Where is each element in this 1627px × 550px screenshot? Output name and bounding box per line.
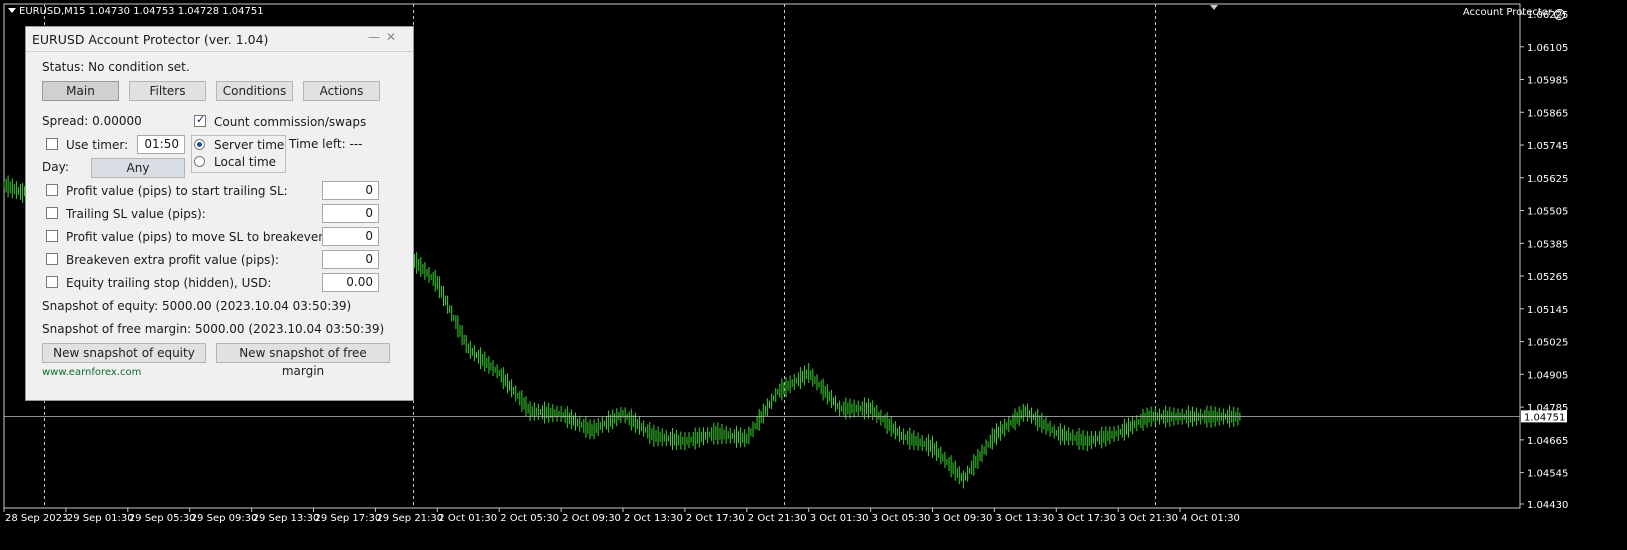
tab-actions[interactable]: Actions xyxy=(303,81,380,101)
price-tick-label: 1.04545 xyxy=(1527,469,1568,480)
count-commission-label: Count commission/swaps xyxy=(214,115,367,129)
time-tick-label: 29 Sep 21:30 xyxy=(376,513,443,524)
tab-conditions[interactable]: Conditions xyxy=(216,81,293,101)
trailing-sl-label: Trailing SL value (pips): xyxy=(66,207,206,221)
account-protector-panel: EURUSD Account Protector (ver. 1.04) — ✕… xyxy=(25,26,414,401)
time-tick-label: 2 Oct 05:30 xyxy=(500,513,559,524)
day-label: Day: xyxy=(42,160,69,174)
trailing-start-checkbox[interactable] xyxy=(46,184,58,196)
expert-advisor-label: Account Protector ☺ xyxy=(1463,7,1565,20)
tab-filters[interactable]: Filters xyxy=(129,81,206,101)
panel-title: EURUSD Account Protector (ver. 1.04) xyxy=(32,32,269,47)
use-timer-checkbox[interactable] xyxy=(46,138,58,150)
local-time-label: Local time xyxy=(214,155,277,169)
new-equity-snapshot-button[interactable]: New snapshot of equity xyxy=(42,343,206,363)
panel-titlebar[interactable]: EURUSD Account Protector (ver. 1.04) — ✕ xyxy=(26,27,413,52)
time-tick-label: 3 Oct 01:30 xyxy=(810,513,869,524)
time-left-label: Time left: --- xyxy=(289,137,363,151)
time-tick-label: 3 Oct 13:30 xyxy=(995,513,1054,524)
use-timer-label: Use timer: xyxy=(66,138,129,152)
time-tick-label: 29 Sep 13:30 xyxy=(253,513,320,524)
breakeven-label: Profit value (pips) to move SL to breake… xyxy=(66,230,330,244)
current-price-label: 1.04751 xyxy=(1524,412,1565,423)
tab-main[interactable]: Main xyxy=(42,81,119,101)
equity-trailing-label: Equity trailing stop (hidden), USD: xyxy=(66,276,272,290)
timer-input[interactable]: 01:50 xyxy=(137,135,185,154)
time-tick-label: 29 Sep 01:30 xyxy=(67,513,134,524)
time-tick-label: 2 Oct 13:30 xyxy=(624,513,683,524)
price-tick-label: 1.04665 xyxy=(1527,436,1568,447)
time-tick-label: 2 Oct 17:30 xyxy=(686,513,745,524)
price-tick-label: 1.05025 xyxy=(1527,338,1568,349)
breakeven-input[interactable]: 0 xyxy=(322,227,379,246)
status-text: Status: No condition set. xyxy=(42,60,190,74)
ea-name: Account Protector xyxy=(1462,7,1552,18)
time-tick-label: 29 Sep 17:30 xyxy=(315,513,382,524)
price-tick-label: 1.05985 xyxy=(1527,76,1568,87)
price-tick-label: 1.04430 xyxy=(1527,500,1568,511)
price-tick-label: 1.06105 xyxy=(1527,43,1568,54)
time-tick-label: 4 Oct 01:30 xyxy=(1181,513,1240,524)
breakeven-extra-checkbox[interactable] xyxy=(46,253,58,265)
time-tick-label: 3 Oct 09:30 xyxy=(934,513,993,524)
trailing-sl-input[interactable]: 0 xyxy=(322,204,379,223)
price-tick-label: 1.05625 xyxy=(1527,174,1568,185)
shift-marker-icon xyxy=(1210,5,1218,10)
website-link[interactable]: www.earnforex.com xyxy=(42,367,141,378)
server-time-radio[interactable] xyxy=(194,139,205,150)
close-icon[interactable]: ✕ xyxy=(386,30,396,44)
price-tick-label: 1.05145 xyxy=(1527,305,1568,316)
trailing-start-label: Profit value (pips) to start trailing SL… xyxy=(66,184,288,198)
time-tick-label: 3 Oct 21:30 xyxy=(1119,513,1178,524)
time-tick-label: 2 Oct 09:30 xyxy=(562,513,621,524)
price-tick-label: 1.05505 xyxy=(1527,207,1568,218)
price-tick-label: 1.05745 xyxy=(1527,141,1568,152)
day-select[interactable]: Any xyxy=(91,158,185,178)
time-tick-label: 3 Oct 17:30 xyxy=(1057,513,1116,524)
minimize-icon[interactable]: — xyxy=(368,30,380,44)
breakeven-checkbox[interactable] xyxy=(46,230,58,242)
new-margin-snapshot-button[interactable]: New snapshot of free margin xyxy=(216,343,390,378)
time-tick-label: 2 Oct 21:30 xyxy=(748,513,807,524)
equity-trailing-checkbox[interactable] xyxy=(46,276,58,288)
snapshot-margin-text: Snapshot of free margin: 5000.00 (2023.1… xyxy=(42,322,385,336)
time-tick-label: 29 Sep 05:30 xyxy=(129,513,196,524)
server-time-label: Server time xyxy=(214,138,285,152)
symbol-header: EURUSD,M15 1.04730 1.04753 1.04728 1.047… xyxy=(8,6,264,17)
count-commission-checkbox[interactable] xyxy=(194,113,206,127)
time-tick-label: 3 Oct 05:30 xyxy=(872,513,931,524)
equity-trailing-input[interactable]: 0.00 xyxy=(322,273,379,292)
local-time-radio[interactable] xyxy=(194,156,205,167)
price-tick-label: 1.05385 xyxy=(1527,239,1568,250)
price-tick-label: 1.05265 xyxy=(1527,272,1568,283)
collapse-triangle-icon[interactable] xyxy=(8,8,16,13)
price-tick-label: 1.05865 xyxy=(1527,108,1568,119)
smiley-icon: ☺ xyxy=(1554,9,1565,20)
time-tick-label: 28 Sep 2023 xyxy=(5,513,68,524)
symbol-info: EURUSD,M15 1.04730 1.04753 1.04728 1.047… xyxy=(19,6,264,17)
breakeven-extra-label: Breakeven extra profit value (pips): xyxy=(66,253,280,267)
time-tick-label: 2 Oct 01:30 xyxy=(438,513,497,524)
spread-label: Spread: 0.00000 xyxy=(42,114,142,128)
trailing-start-input[interactable]: 0 xyxy=(322,181,379,200)
price-tick-label: 1.04905 xyxy=(1527,370,1568,381)
snapshot-equity-text: Snapshot of equity: 5000.00 (2023.10.04 … xyxy=(42,299,352,313)
trailing-sl-checkbox[interactable] xyxy=(46,207,58,219)
time-tick-label: 29 Sep 09:30 xyxy=(191,513,258,524)
breakeven-extra-input[interactable]: 0 xyxy=(322,250,379,269)
